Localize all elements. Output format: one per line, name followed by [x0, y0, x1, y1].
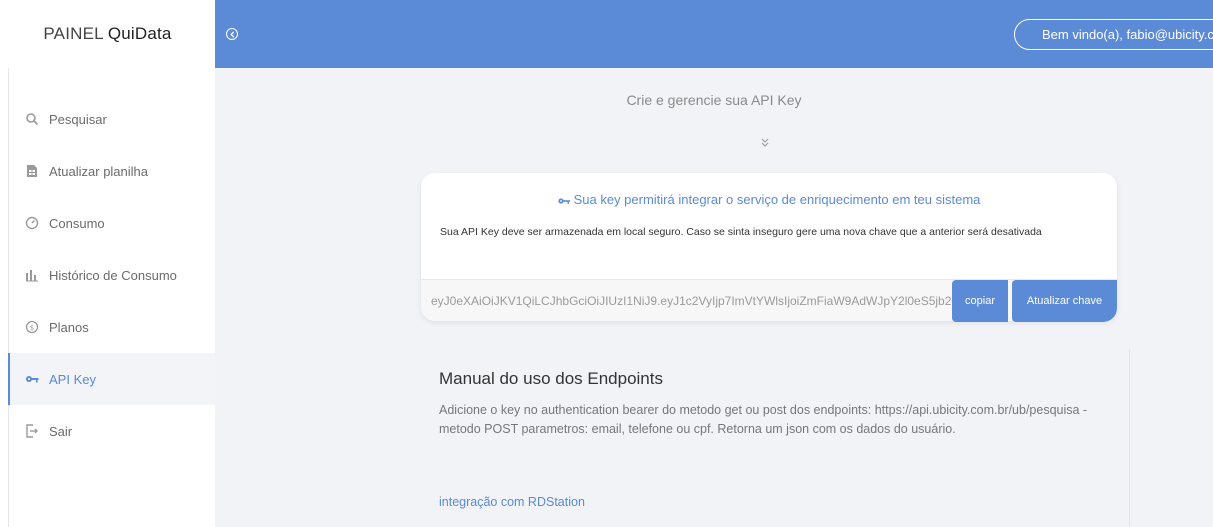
logout-icon: [25, 424, 39, 438]
manual-title: Manual do uso dos Endpoints: [439, 369, 663, 388]
user-menu-button[interactable]: Bem vindo(a), fabio@ubicity.com.br: [1014, 19, 1213, 50]
brand-label-part1: PAINEL: [43, 24, 104, 43]
section-divider: [1129, 349, 1130, 527]
sidebar-item-label: Histórico de Consumo: [49, 267, 177, 283]
top-bar: Bem vindo(a), fabio@ubicity.com.br: [215, 0, 1213, 68]
sidebar-item-consumo[interactable]: Consumo: [8, 197, 215, 249]
card-warning-text: Sua API Key deve ser armazenada em local…: [440, 226, 1042, 238]
card-title-text: Sua key permitirá integrar o serviço de …: [573, 192, 981, 207]
rdstation-link[interactable]: integração com RDStation: [439, 495, 585, 509]
search-icon: [25, 112, 39, 126]
sidebar-item-historico-de-consumo[interactable]: Histórico de Consumo: [8, 249, 215, 301]
manual-section: Manual do uso dos Endpoints Adicione o k…: [420, 349, 1132, 527]
sidebar-item-label: API Key: [49, 371, 96, 387]
key-icon: [25, 372, 39, 386]
brand-label-part2: QuiData: [107, 24, 172, 43]
card-title: Sua key permitirá integrar o serviço de …: [421, 192, 1117, 207]
key-row: copiar Atualizar chave: [421, 279, 1117, 322]
main-content: Crie e gerencie sua API Key Sua key perm…: [215, 68, 1213, 527]
spreadsheet-icon: [25, 164, 39, 178]
update-key-button[interactable]: Atualizar chave: [1012, 280, 1117, 322]
sidebar-item-pesquisar[interactable]: Pesquisar: [8, 93, 215, 145]
api-key-field[interactable]: [431, 280, 952, 322]
bar-chart-icon: [25, 268, 39, 282]
sidebar-item-label: Pesquisar: [49, 111, 107, 127]
sidebar: PAINEL QuiData Pesquisar Atualizar plani…: [0, 0, 215, 527]
coin-icon: $: [25, 320, 39, 334]
sidebar-item-label: Atualizar planilha: [49, 163, 149, 179]
gauge-icon: [25, 216, 39, 230]
sidebar-item-planos[interactable]: $ Planos: [8, 301, 215, 353]
sidebar-item-api-key[interactable]: API Key: [8, 353, 215, 405]
sidebar-nav: Pesquisar Atualizar planilha Consumo His…: [8, 93, 215, 457]
sidebar-item-label: Planos: [49, 319, 89, 335]
key-icon: [557, 197, 570, 204]
api-key-card: Sua key permitirá integrar o serviço de …: [421, 173, 1117, 322]
copy-button[interactable]: copiar: [952, 280, 1008, 322]
manual-description: Adicione o key no authentication bearer …: [439, 403, 1088, 436]
sidebar-toggle-icon[interactable]: [226, 28, 238, 40]
sidebar-item-label: Sair: [49, 423, 73, 439]
chevron-double-down-icon[interactable]: [759, 137, 771, 149]
brand-logo[interactable]: PAINEL QuiData: [0, 0, 215, 68]
svg-text:$: $: [30, 324, 34, 332]
sidebar-item-atualizar-planilha[interactable]: Atualizar planilha: [8, 145, 215, 197]
page-title: Crie e gerencie sua API Key: [626, 92, 802, 108]
sidebar-item-sair[interactable]: Sair: [8, 405, 215, 457]
sidebar-item-label: Consumo: [49, 215, 105, 231]
